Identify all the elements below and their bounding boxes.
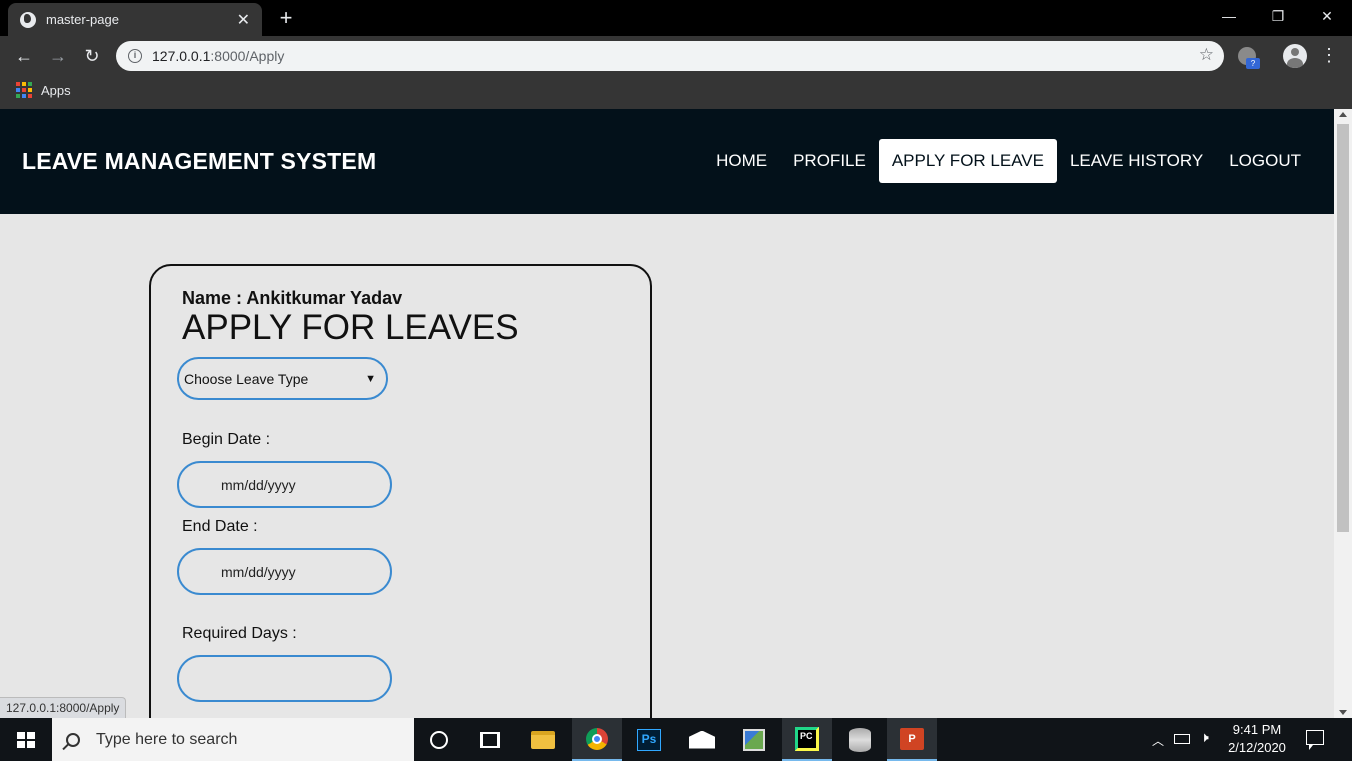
file-explorer-button[interactable]	[518, 718, 568, 761]
folder-icon	[531, 730, 555, 749]
apps-label: Apps	[41, 82, 71, 98]
extension-badge: ?	[1246, 58, 1260, 69]
battery-icon[interactable]	[1174, 734, 1190, 744]
chrome-icon	[586, 727, 608, 750]
notifications-icon[interactable]	[1306, 730, 1324, 750]
bookmarks-bar: Apps	[0, 76, 1352, 109]
required-days-input[interactable]	[177, 655, 392, 702]
photoshop-icon: Ps	[637, 728, 661, 751]
begin-date-input[interactable]: mm/dd/yyyy	[177, 461, 392, 508]
nav-links: HOME PROFILE APPLY FOR LEAVE LEAVE HISTO…	[703, 139, 1314, 183]
address-bar[interactable]: i 127.0.0.1:8000/Apply ☆	[116, 41, 1224, 71]
image-viewer-taskbar-button[interactable]	[729, 718, 779, 761]
close-tab-icon[interactable]: ✕	[237, 10, 250, 30]
task-view-icon	[480, 731, 500, 748]
photoshop-taskbar-button[interactable]: Ps	[624, 718, 674, 761]
task-view-button[interactable]	[465, 718, 515, 761]
search-icon	[66, 732, 80, 747]
apps-grid-icon	[16, 82, 32, 98]
browser-tab[interactable]: master-page ✕	[8, 3, 262, 36]
cortana-icon	[430, 730, 448, 749]
site-navbar: LEAVE MANAGEMENT SYSTEM HOME PROFILE APP…	[0, 109, 1334, 214]
nav-logout[interactable]: LOGOUT	[1216, 139, 1314, 183]
browser-toolbar: ← → ↻ i 127.0.0.1:8000/Apply ☆ ? ⋮	[0, 36, 1352, 76]
windows-taskbar: Type here to search Ps PC P ︿ 🕨 9:41 PM …	[0, 718, 1352, 761]
url-path: :8000/Apply	[210, 48, 285, 64]
volume-icon[interactable]: 🕨	[1200, 729, 1209, 746]
pycharm-icon: PC	[795, 726, 819, 751]
required-days-label: Required Days :	[182, 625, 297, 642]
reload-icon[interactable]: ↻	[80, 44, 104, 68]
url-host: 127.0.0.1	[152, 48, 211, 64]
database-icon	[849, 727, 871, 752]
cortana-button[interactable]	[414, 718, 464, 761]
presentation-icon: P	[900, 727, 924, 750]
presentation-taskbar-button[interactable]: P	[887, 718, 937, 761]
forward-arrow-icon[interactable]: →	[46, 44, 70, 68]
restore-window-button[interactable]: ❐	[1255, 4, 1301, 28]
start-button[interactable]	[0, 718, 52, 761]
clock-time: 9:41 PM	[1232, 722, 1282, 737]
pycharm-label: PC	[798, 729, 816, 748]
chrome-taskbar-button[interactable]	[572, 718, 622, 761]
dropdown-caret-icon: ▼	[365, 372, 376, 385]
nav-home[interactable]: HOME	[703, 139, 780, 183]
browser-tab-strip: master-page ✕ + — ❐ ✕	[0, 0, 1352, 36]
mail-taskbar-button[interactable]	[677, 718, 727, 761]
tab-title: master-page	[46, 12, 119, 27]
close-window-button[interactable]: ✕	[1304, 4, 1350, 28]
leave-type-select[interactable]: Choose Leave Type ▼	[177, 357, 388, 400]
apps-bookmark[interactable]: Apps	[16, 82, 71, 98]
taskbar-search[interactable]: Type here to search	[52, 718, 414, 761]
taskbar-clock[interactable]: 9:41 PM 2/12/2020	[1225, 721, 1289, 757]
windows-logo-icon	[17, 732, 35, 748]
browser-menu-icon[interactable]: ⋮	[1320, 44, 1338, 68]
database-taskbar-button[interactable]	[835, 718, 885, 761]
apply-leave-form-card: Name : Ankitkumar Yadav APPLY FOR LEAVES…	[149, 264, 652, 718]
image-viewer-icon	[743, 728, 765, 751]
mail-icon	[689, 730, 715, 749]
status-bar-url: 127.0.0.1:8000/Apply	[0, 697, 127, 718]
pycharm-taskbar-button[interactable]: PC	[782, 718, 832, 761]
clock-date: 2/12/2020	[1228, 740, 1286, 755]
end-date-input[interactable]: mm/dd/yyyy	[177, 548, 392, 595]
end-date-label: End Date :	[182, 518, 258, 535]
nav-leave-history[interactable]: LEAVE HISTORY	[1057, 139, 1216, 183]
site-brand[interactable]: LEAVE MANAGEMENT SYSTEM	[22, 148, 376, 175]
begin-date-placeholder: mm/dd/yyyy	[221, 476, 296, 493]
nav-apply-for-leave[interactable]: APPLY FOR LEAVE	[878, 139, 1057, 183]
minimize-window-button[interactable]: —	[1206, 4, 1252, 28]
taskbar-search-placeholder: Type here to search	[96, 730, 238, 748]
back-arrow-icon[interactable]: ←	[12, 44, 36, 68]
globe-icon	[20, 11, 36, 28]
tray-chevron-icon[interactable]: ︿	[1152, 732, 1164, 749]
nav-profile[interactable]: PROFILE	[780, 139, 879, 183]
bookmark-star-icon[interactable]: ☆	[1199, 45, 1214, 65]
scroll-down-icon[interactable]	[1339, 710, 1347, 715]
scrollbar-thumb[interactable]	[1337, 124, 1349, 532]
form-title: APPLY FOR LEAVES	[182, 308, 519, 347]
profile-avatar-icon[interactable]	[1283, 44, 1307, 68]
employee-name: Name : Ankitkumar Yadav	[182, 288, 403, 308]
page-viewport: LEAVE MANAGEMENT SYSTEM HOME PROFILE APP…	[0, 109, 1334, 718]
new-tab-button[interactable]: +	[274, 6, 298, 30]
leave-type-value: Choose Leave Type	[184, 370, 309, 387]
end-date-placeholder: mm/dd/yyyy	[221, 563, 296, 580]
site-info-icon[interactable]: i	[128, 49, 142, 63]
page-scrollbar[interactable]	[1334, 109, 1352, 718]
begin-date-label: Begin Date :	[182, 431, 271, 448]
scroll-up-icon[interactable]	[1339, 112, 1347, 117]
